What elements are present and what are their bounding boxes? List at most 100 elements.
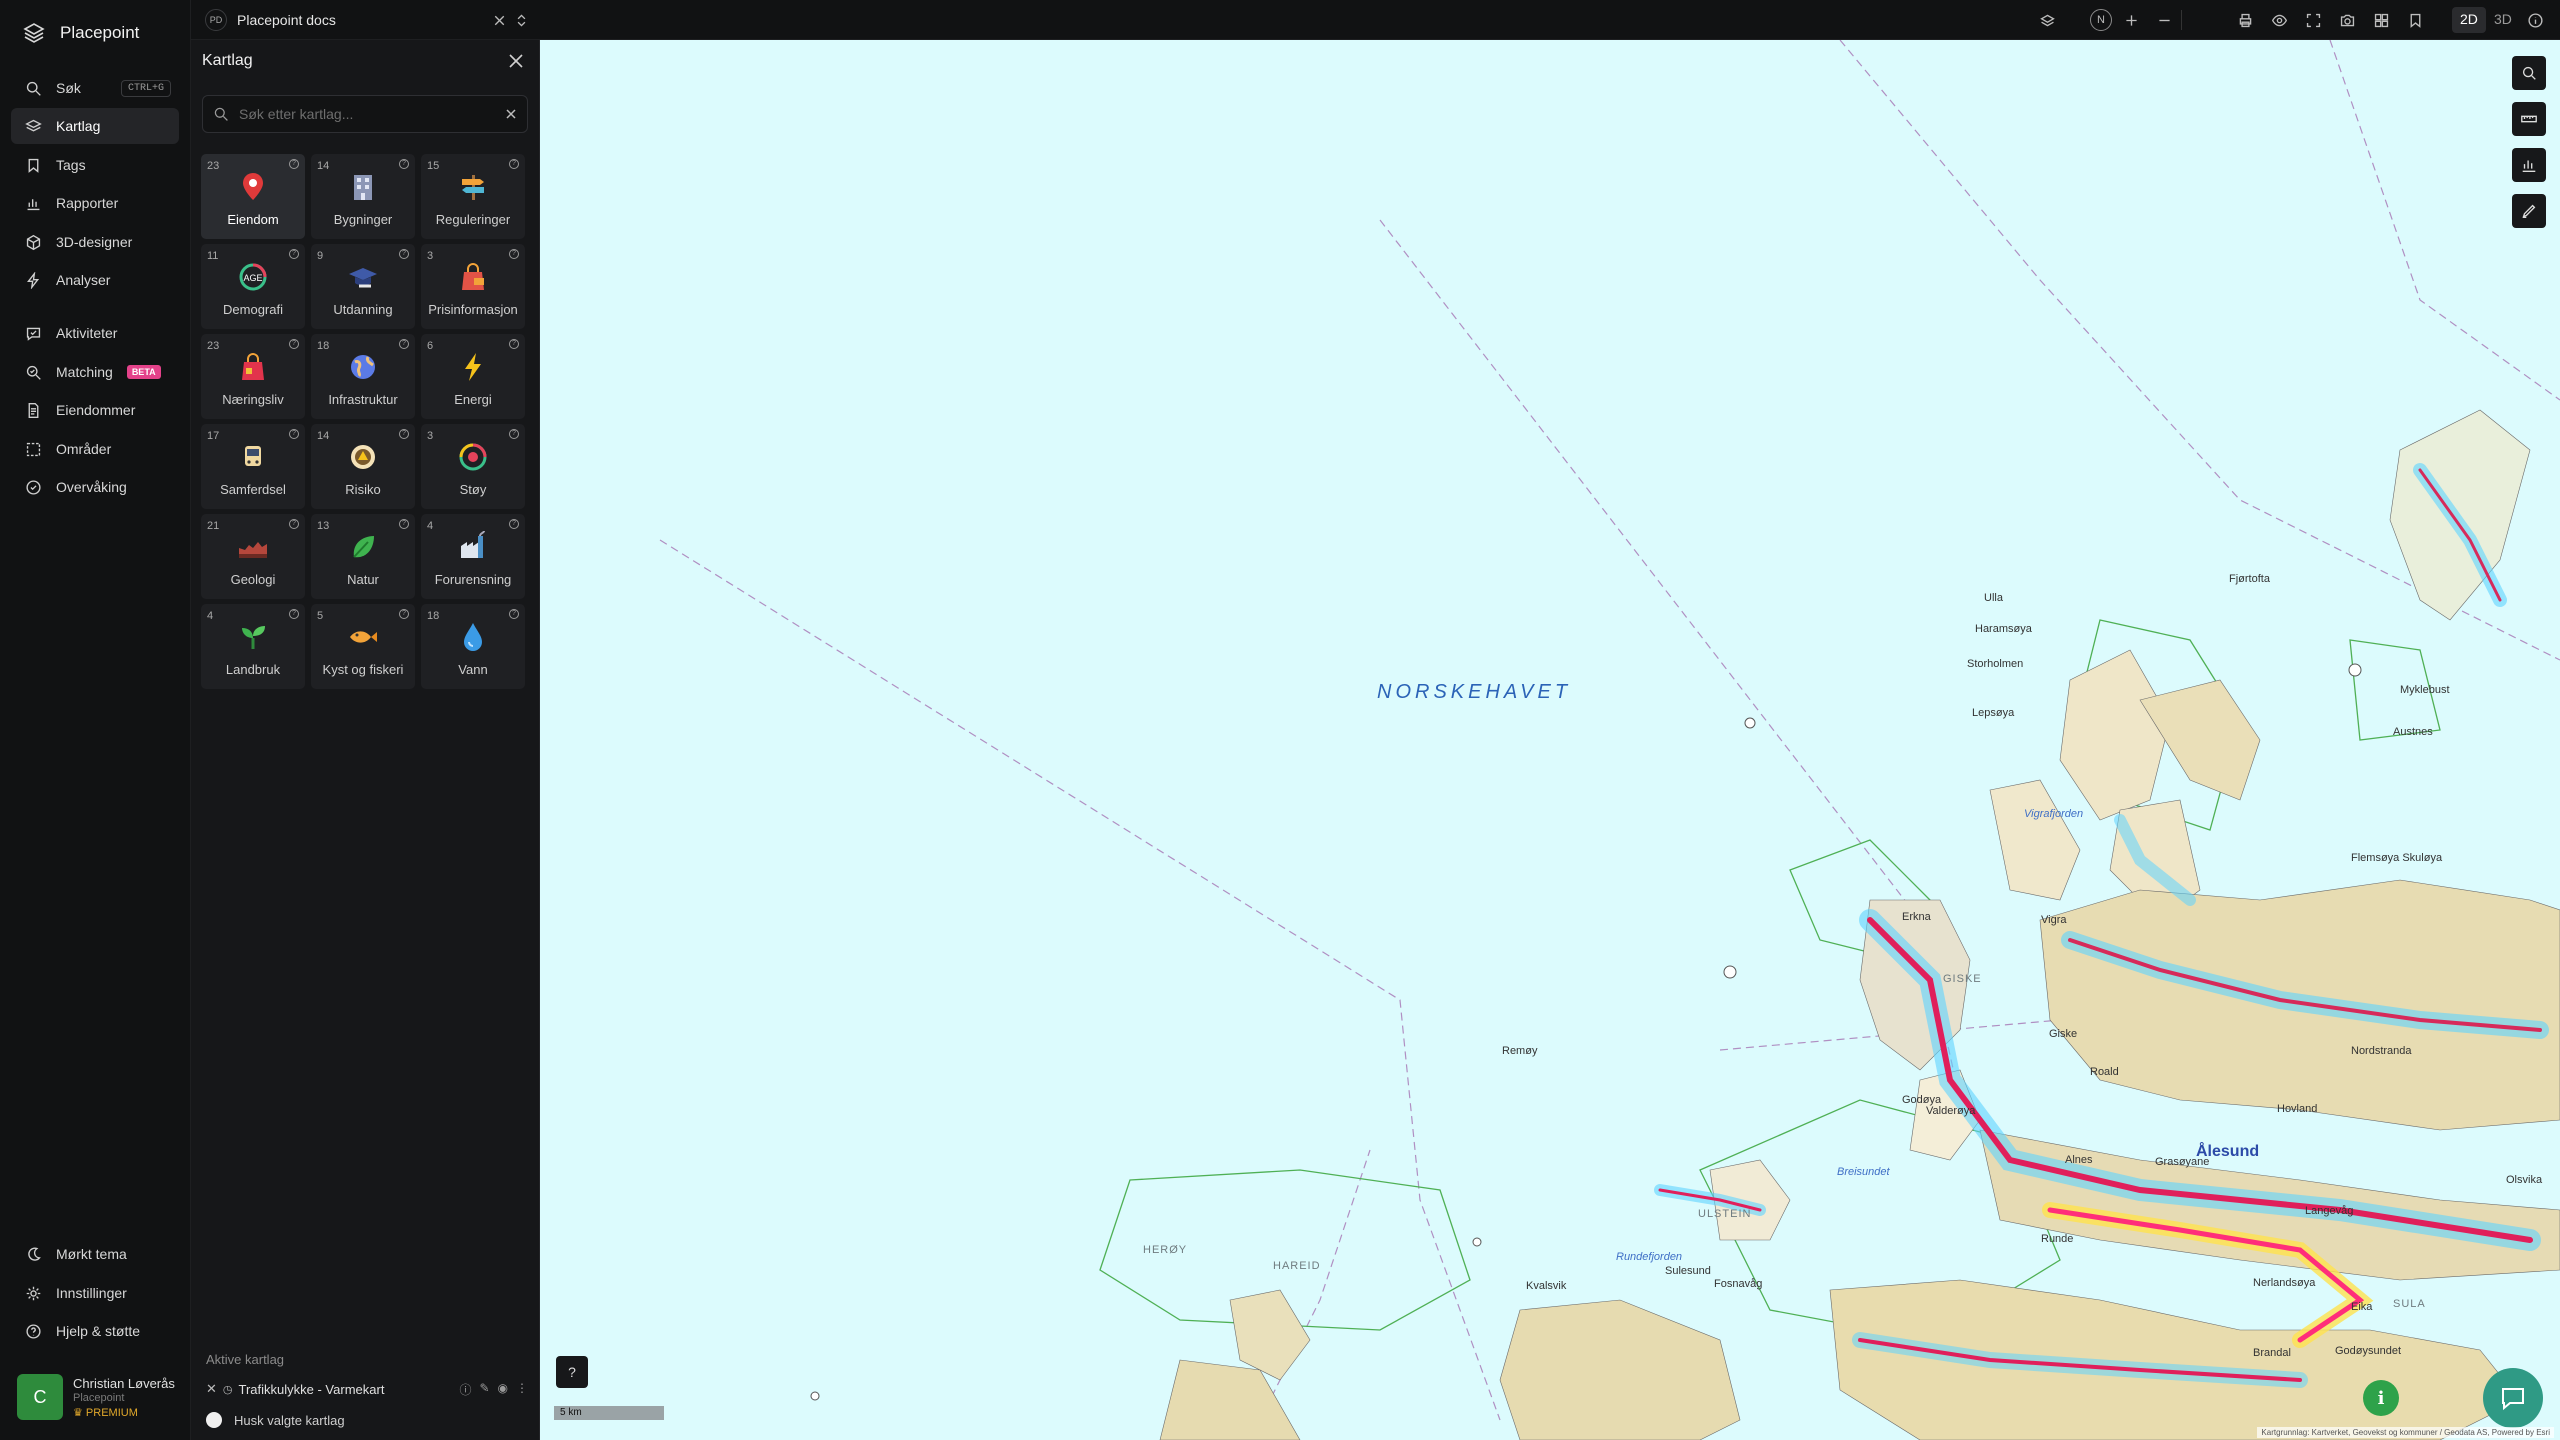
info-icon[interactable]: ? (399, 339, 409, 349)
layer-category-energi[interactable]: 6? Energi (421, 334, 525, 419)
more-options-icon[interactable]: ⋮ (516, 1381, 528, 1398)
user-profile[interactable]: C Christian Løverås Placepoint ♛ PREMIUM (17, 1372, 185, 1422)
close-doc-icon[interactable] (489, 10, 509, 30)
zoom-in-icon[interactable] (2121, 10, 2141, 30)
nav-item-label: Eiendommer (56, 402, 136, 418)
nav-item-kartlag[interactable]: Kartlag (11, 108, 179, 144)
layer-category-forurensning[interactable]: 4? Forurensning (421, 514, 525, 599)
visibility-icon[interactable]: ◉ (498, 1381, 508, 1398)
info-icon[interactable]: ? (399, 429, 409, 439)
layer-info-icon[interactable]: ⓘ (459, 1381, 471, 1398)
layer-category-reguleringer[interactable]: 15? Reguleringer (421, 154, 525, 239)
nav-item-search[interactable]: Søk CTRL+G (11, 70, 179, 106)
info-icon[interactable]: ? (509, 339, 519, 349)
edit-layer-icon[interactable]: ✎ (479, 1381, 489, 1398)
camera-icon[interactable] (2337, 10, 2357, 30)
layer-category-infrastruktur[interactable]: 18? Infrastruktur (311, 334, 415, 419)
layer-category-demografi[interactable]: 11? AGE Demografi (201, 244, 305, 329)
info-icon[interactable]: ? (289, 519, 299, 529)
layer-category-utdanning[interactable]: 9? Utdanning (311, 244, 415, 329)
layer-count: 18 (427, 610, 440, 622)
compass-icon[interactable]: N (2090, 9, 2112, 31)
measure-tool[interactable] (2512, 102, 2546, 136)
nav-item-tags[interactable]: Tags (11, 147, 179, 183)
nav-item-omrader[interactable]: Områder (11, 431, 179, 467)
nav-item-analyser[interactable]: Analyser (11, 262, 179, 298)
mode-3d-button[interactable]: 3D (2486, 7, 2520, 33)
info-icon[interactable]: ? (289, 159, 299, 169)
info-icon[interactable] (2525, 10, 2545, 30)
layer-category-næringsliv[interactable]: 23? Næringsliv (201, 334, 305, 419)
nav-item-3d-designer[interactable]: 3D-designer (11, 224, 179, 260)
shopping-bag-icon (242, 353, 264, 380)
chart-tool[interactable] (2512, 148, 2546, 182)
map-info-button[interactable]: i (2363, 1380, 2399, 1416)
nav-item-aktiviteter[interactable]: Aktiviteter (11, 315, 179, 351)
layer-count: 13 (317, 520, 330, 532)
layer-category-risiko[interactable]: 14? Risiko (311, 424, 415, 509)
info-icon[interactable]: ? (289, 429, 299, 439)
layer-search-input[interactable] (239, 106, 495, 122)
chat-button[interactable] (2483, 1368, 2543, 1428)
print-icon[interactable] (2235, 10, 2255, 30)
layer-category-geologi[interactable]: 21? Geologi (201, 514, 305, 599)
map-label: Fjørtofta (2229, 573, 2270, 585)
nav-item-matching[interactable]: Matching BETA (11, 354, 179, 390)
leaf-icon (353, 536, 374, 558)
remove-layer-icon[interactable]: ✕ (206, 1381, 217, 1397)
remember-layers-toggle[interactable]: Husk valgte kartlag (206, 1412, 345, 1428)
fullscreen-icon[interactable] (2303, 10, 2323, 30)
info-icon[interactable]: ? (509, 429, 519, 439)
info-icon[interactable]: ? (509, 249, 519, 259)
layer-category-eiendom[interactable]: 23? Eiendom (201, 154, 305, 239)
nav-item-help[interactable]: Hjelp & støtte (11, 1313, 179, 1349)
info-icon[interactable]: ? (509, 519, 519, 529)
info-icon[interactable]: ? (399, 159, 409, 169)
info-icon[interactable]: ? (509, 609, 519, 619)
info-icon[interactable]: ? (399, 609, 409, 619)
bookmark-icon[interactable] (2405, 10, 2425, 30)
noise-gauge-icon (459, 443, 487, 471)
document-tab[interactable]: PD Placepoint docs (205, 7, 336, 33)
placepoint-logo-icon (23, 23, 45, 43)
map-label: Lepsøya (1972, 707, 2015, 719)
nav-item-overvaking[interactable]: Overvåking (11, 469, 179, 505)
info-icon[interactable]: ? (289, 249, 299, 259)
sea-label: NORSKEHAVET (1377, 681, 1572, 703)
layer-category-kyst-og-fiskeri[interactable]: 5? Kyst og fiskeri (311, 604, 415, 689)
layer-count: 15 (427, 160, 440, 172)
info-icon[interactable]: ? (399, 519, 409, 529)
eye-icon[interactable] (2269, 10, 2289, 30)
brand[interactable]: Placepoint (22, 18, 139, 48)
info-icon[interactable]: ? (509, 159, 519, 169)
zoom-out-icon[interactable] (2154, 10, 2174, 30)
chevron-updown-icon[interactable] (511, 10, 531, 30)
layer-category-landbruk[interactable]: 4? Landbruk (201, 604, 305, 689)
map-label: Vigrafjorden (2024, 808, 2084, 820)
map-label: Fosnavåg (1714, 1278, 1763, 1290)
legend-help-button[interactable]: ? (556, 1356, 588, 1388)
stack-icon[interactable] (2037, 10, 2057, 30)
clear-search-icon[interactable] (505, 108, 517, 120)
info-icon[interactable]: ? (289, 609, 299, 619)
layer-category-støy[interactable]: 3? Støy (421, 424, 525, 509)
nav-item-eiendommer[interactable]: Eiendommer (11, 392, 179, 428)
grid-icon[interactable] (2371, 10, 2391, 30)
layer-category-natur[interactable]: 13? Natur (311, 514, 415, 599)
nav-item-rapporter[interactable]: Rapporter (11, 185, 179, 221)
info-icon[interactable]: ? (289, 339, 299, 349)
search-location-tool[interactable] (2512, 56, 2546, 90)
draw-tool[interactable] (2512, 194, 2546, 228)
layer-category-prisinformasjon[interactable]: 3? Prisinformasjon (421, 244, 525, 329)
mode-2d-button[interactable]: 2D (2452, 7, 2486, 33)
nav-item-settings[interactable]: Innstillinger (11, 1275, 179, 1311)
map-canvas[interactable]: ÅLESUNDStorholmenÅlesundNordstrandaVigra… (540, 40, 2560, 1440)
layer-category-samferdsel[interactable]: 17? Samferdsel (201, 424, 305, 509)
user-name: Christian Løverås (73, 1375, 175, 1391)
layer-count: 21 (207, 520, 220, 532)
info-icon[interactable]: ? (399, 249, 409, 259)
close-icon[interactable] (505, 50, 527, 72)
layer-category-vann[interactable]: 18? Vann (421, 604, 525, 689)
nav-item-dark-theme[interactable]: Mørkt tema (11, 1236, 179, 1272)
layer-category-bygninger[interactable]: 14? Bygninger (311, 154, 415, 239)
